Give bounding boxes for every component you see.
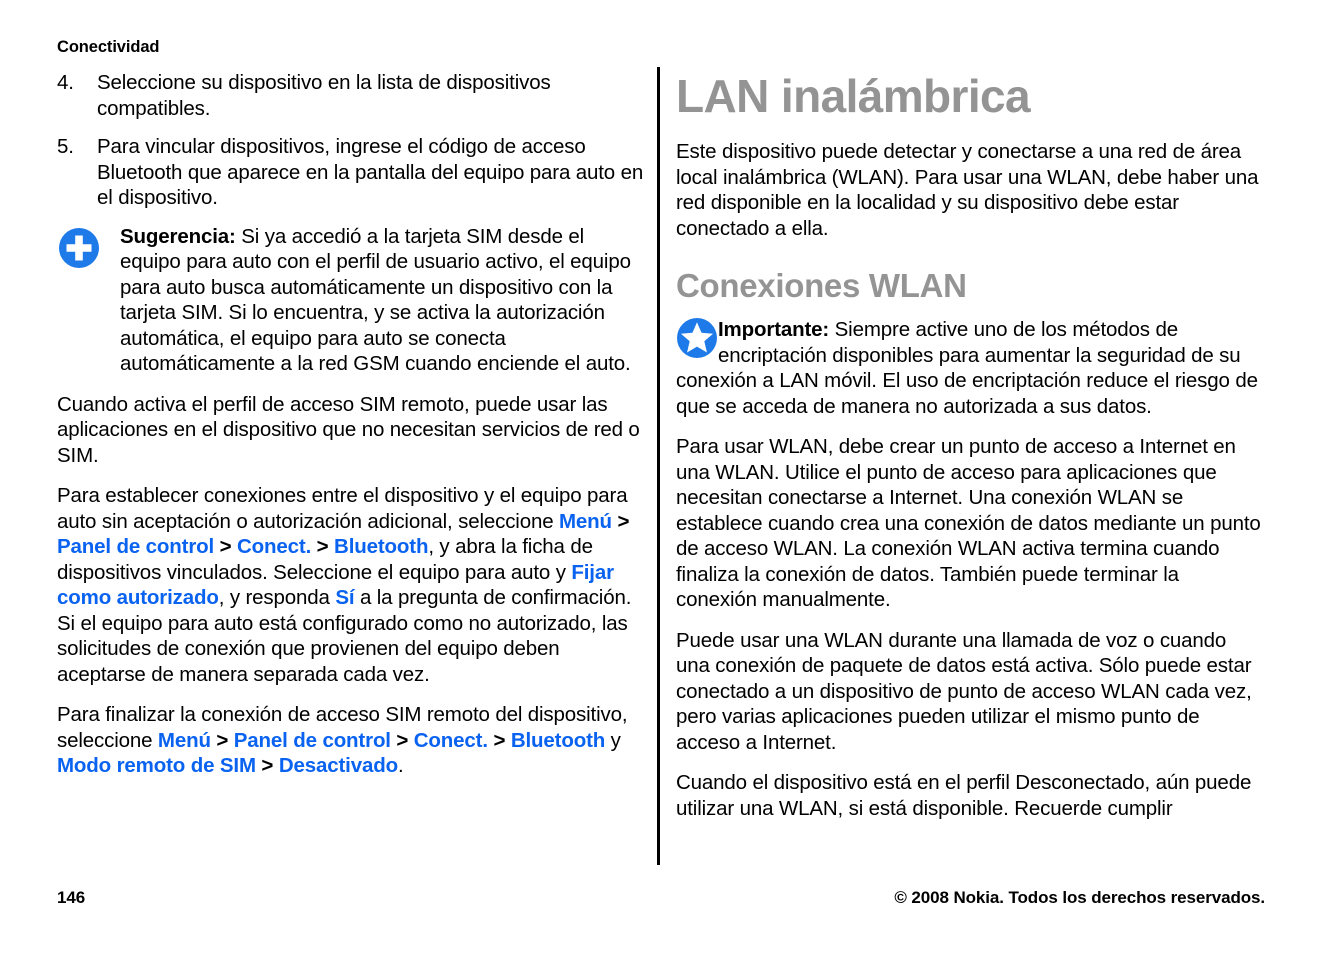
subsection-heading: Conexiones WLAN: [676, 267, 967, 304]
paragraph-text: Para establecer conexiones entre el disp…: [57, 484, 628, 533]
copyright-notice: © 2008 Nokia. Todos los derechos reserva…: [894, 888, 1265, 907]
document-page: Conectividad 4. Seleccione su dispositiv…: [0, 0, 1322, 954]
list-item-number: 5.: [57, 135, 74, 158]
path-separator: >: [611, 509, 630, 533]
paragraph-text: , y responda: [218, 586, 336, 609]
important-star-icon: [677, 318, 717, 358]
running-header: Conectividad: [57, 38, 160, 56]
page-footer: 146 © 2008 Nokia. Todos los derechos res…: [0, 888, 1322, 918]
list-item-text: Seleccione su dispositivo en la lista de…: [97, 71, 551, 120]
paragraph: Para establecer conexiones entre el disp…: [57, 483, 645, 687]
path-separator: >: [487, 728, 511, 752]
list-item: 5. Para vincular dispositivos, ingrese e…: [57, 134, 645, 211]
left-column: 4. Seleccione su dispositivo en la lista…: [57, 70, 645, 794]
path-separator: >: [255, 754, 279, 777]
path-separator: >: [214, 535, 237, 558]
menu-path-link[interactable]: Sí: [335, 586, 354, 609]
menu-path-link[interactable]: Modo remoto de SIM: [57, 754, 256, 777]
path-separator: >: [311, 535, 335, 558]
numbered-step-list: 4. Seleccione su dispositivo en la lista…: [57, 70, 645, 211]
menu-path-link[interactable]: Panel de control: [234, 729, 391, 752]
right-column: LAN inalámbrica Este dispositivo puede d…: [676, 70, 1264, 836]
paragraph: Este dispositivo puede detectar y conect…: [676, 140, 1259, 240]
paragraph: Para usar WLAN, debe crear un punto de a…: [676, 435, 1261, 611]
tip-plus-icon: [59, 227, 99, 268]
paragraph-text: y: [605, 728, 621, 752]
list-item: 4. Seleccione su dispositivo en la lista…: [57, 70, 645, 121]
list-item-text: Para vincular dispositivos, ingrese el c…: [97, 135, 644, 209]
section-heading: LAN inalámbrica: [676, 70, 1031, 122]
important-label: Importante:: [718, 318, 830, 341]
menu-path-link[interactable]: Bluetooth: [334, 535, 428, 558]
paragraph: Cuando activa el perfil de acceso SIM re…: [57, 392, 640, 467]
page-number: 146: [57, 888, 86, 907]
list-item-number: 4.: [57, 71, 74, 94]
paragraph: Puede usar una WLAN durante una llamada …: [676, 628, 1252, 754]
tip-note: Sugerencia: Si ya accedió a la tarjeta S…: [57, 224, 645, 377]
menu-path-link[interactable]: Desactivado: [279, 754, 398, 777]
menu-path-link[interactable]: Bluetooth: [511, 729, 605, 752]
menu-path-link[interactable]: Conect.: [237, 535, 311, 558]
column-divider: [657, 67, 660, 865]
menu-path-link[interactable]: Conect.: [414, 729, 488, 752]
paragraph: Cuando el dispositivo está en el perfil …: [676, 771, 1252, 820]
path-separator: >: [210, 728, 234, 752]
path-separator: >: [390, 728, 414, 752]
paragraph-text: .: [397, 754, 404, 777]
menu-path-link[interactable]: Menú: [559, 510, 612, 533]
menu-path-link[interactable]: Menú: [158, 729, 211, 752]
paragraph: Para finalizar la conexión de acceso SIM…: [57, 702, 645, 779]
important-note: Importante: Siempre active uno de los mé…: [676, 317, 1264, 419]
menu-path-link[interactable]: Panel de control: [57, 535, 214, 558]
tip-label: Sugerencia:: [120, 224, 236, 248]
